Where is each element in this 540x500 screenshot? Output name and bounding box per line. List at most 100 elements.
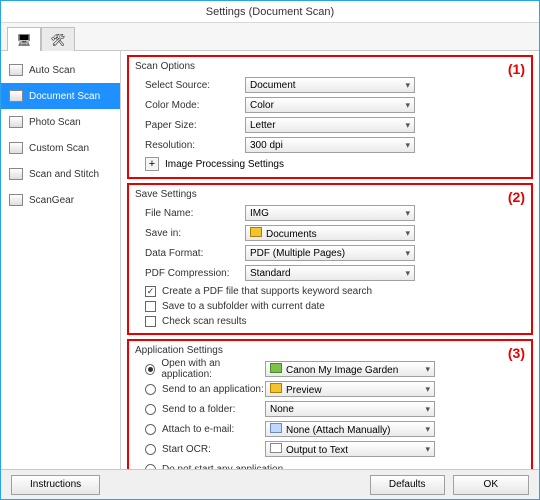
chevron-down-icon: ▾ xyxy=(405,140,410,151)
scan-options-title: Scan Options xyxy=(135,61,525,72)
file-name-combo[interactable]: IMG▾ xyxy=(245,205,415,221)
sidebar: Auto Scan Document Scan Photo Scan Custo… xyxy=(1,51,121,469)
subfolder-checkbox[interactable] xyxy=(145,301,156,312)
sidebar-item-label: Photo Scan xyxy=(29,117,81,128)
defaults-button[interactable]: Defaults xyxy=(370,475,445,495)
sidebar-item-label: Auto Scan xyxy=(29,65,75,76)
sidebar-item-custom-scan[interactable]: Custom Scan xyxy=(1,135,120,161)
chevron-down-icon: ▾ xyxy=(405,248,410,259)
page-icon xyxy=(9,168,23,180)
save-settings-title: Save Settings xyxy=(135,189,525,200)
expand-image-processing-button[interactable]: + xyxy=(145,157,159,171)
application-settings-title: Application Settings xyxy=(135,345,525,356)
check-results-label: Check scan results xyxy=(162,316,246,327)
page-icon xyxy=(9,64,23,76)
sidebar-item-scangear[interactable]: ScanGear xyxy=(1,187,120,213)
main-panel: (1) Scan Options Select Source:Document▾… xyxy=(121,51,539,469)
page-icon xyxy=(9,194,23,206)
paper-size-dropdown[interactable]: Letter▾ xyxy=(245,117,415,133)
chevron-down-icon: ▾ xyxy=(425,404,430,415)
annotation-1: (1) xyxy=(508,61,525,77)
chevron-down-icon: ▾ xyxy=(405,100,410,111)
send-to-app-dropdown[interactable]: Preview▾ xyxy=(265,381,435,397)
group-scan-options: (1) Scan Options Select Source:Document▾… xyxy=(127,55,533,179)
tab-tools[interactable]: 🛠 xyxy=(41,27,75,51)
chevron-down-icon: ▾ xyxy=(405,80,410,91)
color-mode-label: Color Mode: xyxy=(135,100,245,111)
start-ocr-radio[interactable] xyxy=(145,444,156,455)
chevron-down-icon: ▾ xyxy=(405,208,410,219)
footer: Instructions Defaults OK xyxy=(1,469,539,499)
pdf-compression-dropdown[interactable]: Standard▾ xyxy=(245,265,415,281)
chevron-down-icon: ▾ xyxy=(425,364,430,375)
page-icon xyxy=(9,90,23,102)
group-application-settings: (3) Application Settings Open with an ap… xyxy=(127,339,533,469)
monitor-icon: 🖥 xyxy=(16,33,31,47)
tab-bar: 🖥 🛠 xyxy=(1,23,539,51)
group-save-settings: (2) Save Settings File Name:IMG▾ Save in… xyxy=(127,183,533,335)
send-to-folder-dropdown[interactable]: None▾ xyxy=(265,401,435,417)
sidebar-item-label: ScanGear xyxy=(29,195,74,206)
subfolder-label: Save to a subfolder with current date xyxy=(162,301,325,312)
keyword-search-checkbox[interactable]: ✓ xyxy=(145,286,156,297)
color-mode-dropdown[interactable]: Color▾ xyxy=(245,97,415,113)
start-ocr-dropdown[interactable]: Output to Text▾ xyxy=(265,441,435,457)
sidebar-item-label: Document Scan xyxy=(29,91,100,102)
tools-icon: 🛠 xyxy=(50,33,65,47)
attach-email-dropdown[interactable]: None (Attach Manually)▾ xyxy=(265,421,435,437)
chevron-down-icon: ▾ xyxy=(405,120,410,131)
text-icon xyxy=(270,443,282,453)
sidebar-item-label: Scan and Stitch xyxy=(29,169,99,180)
pdf-compression-label: PDF Compression: xyxy=(135,268,245,279)
page-icon xyxy=(9,116,23,128)
keyword-search-label: Create a PDF file that supports keyword … xyxy=(162,286,372,297)
send-to-folder-label: Send to a folder: xyxy=(162,404,235,415)
sidebar-item-document-scan[interactable]: Document Scan xyxy=(1,83,120,109)
tab-scan-from-computer[interactable]: 🖥 xyxy=(7,27,41,51)
data-format-label: Data Format: xyxy=(135,248,245,259)
select-source-dropdown[interactable]: Document▾ xyxy=(245,77,415,93)
attach-email-label: Attach to e-mail: xyxy=(162,424,234,435)
chevron-down-icon: ▾ xyxy=(425,444,430,455)
sidebar-item-label: Custom Scan xyxy=(29,143,89,154)
save-in-label: Save in: xyxy=(135,228,245,239)
sidebar-item-photo-scan[interactable]: Photo Scan xyxy=(1,109,120,135)
app-icon xyxy=(270,363,282,373)
chevron-down-icon: ▾ xyxy=(405,228,410,239)
app-icon xyxy=(270,383,282,393)
check-results-checkbox[interactable] xyxy=(145,316,156,327)
sidebar-item-scan-and-stitch[interactable]: Scan and Stitch xyxy=(1,161,120,187)
data-format-dropdown[interactable]: PDF (Multiple Pages)▾ xyxy=(245,245,415,261)
do-not-start-label: Do not start any application xyxy=(162,464,283,470)
send-to-folder-radio[interactable] xyxy=(145,404,156,415)
paper-size-label: Paper Size: xyxy=(135,120,245,131)
open-with-app-label: Open with an application: xyxy=(161,358,265,380)
resolution-label: Resolution: xyxy=(135,140,245,151)
sidebar-item-auto-scan[interactable]: Auto Scan xyxy=(1,57,120,83)
folder-icon xyxy=(250,227,262,237)
send-to-app-label: Send to an application: xyxy=(162,384,264,395)
resolution-dropdown[interactable]: 300 dpi▾ xyxy=(245,137,415,153)
ok-button[interactable]: OK xyxy=(453,475,529,495)
settings-window: Settings (Document Scan) 🖥 🛠 Auto Scan D… xyxy=(0,0,540,500)
send-to-app-radio[interactable] xyxy=(145,384,156,395)
start-ocr-label: Start OCR: xyxy=(162,444,211,455)
instructions-button[interactable]: Instructions xyxy=(11,475,100,495)
image-processing-label: Image Processing Settings xyxy=(165,159,284,170)
open-with-app-radio[interactable] xyxy=(145,364,155,375)
title-bar: Settings (Document Scan) xyxy=(1,1,539,23)
open-with-app-dropdown[interactable]: Canon My Image Garden▾ xyxy=(265,361,435,377)
window-title: Settings (Document Scan) xyxy=(206,6,334,18)
save-in-dropdown[interactable]: Documents▾ xyxy=(245,225,415,241)
annotation-3: (3) xyxy=(508,345,525,361)
chevron-down-icon: ▾ xyxy=(405,268,410,279)
page-icon xyxy=(9,142,23,154)
chevron-down-icon: ▾ xyxy=(425,424,430,435)
annotation-2: (2) xyxy=(508,189,525,205)
chevron-down-icon: ▾ xyxy=(425,384,430,395)
mail-icon xyxy=(270,423,282,433)
file-name-label: File Name: xyxy=(135,208,245,219)
attach-email-radio[interactable] xyxy=(145,424,156,435)
select-source-label: Select Source: xyxy=(135,80,245,91)
do-not-start-radio[interactable] xyxy=(145,464,156,470)
